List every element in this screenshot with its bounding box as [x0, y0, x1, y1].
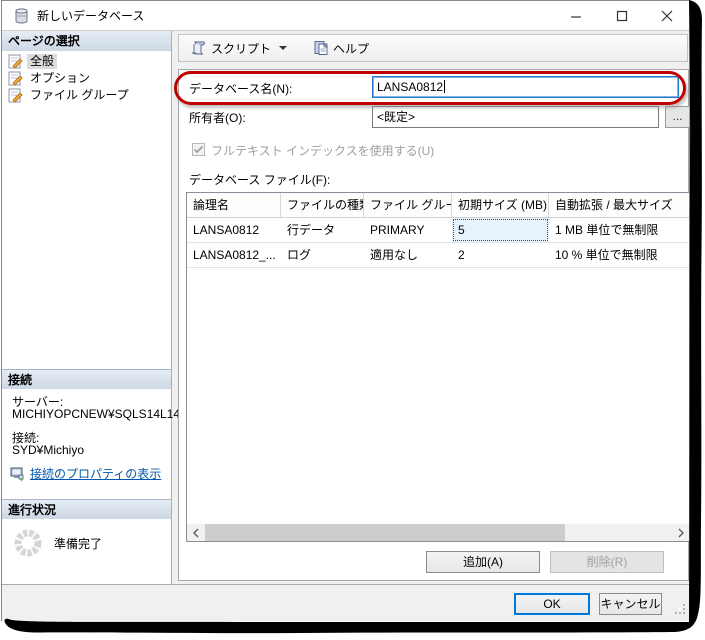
progress-header: 進行状況: [2, 499, 171, 519]
connection-properties-row: 接続のプロパティの表示: [10, 465, 161, 482]
fulltext-checkbox-label: フルテキスト インデックスを使用する(U): [211, 144, 435, 158]
close-button[interactable]: [644, 1, 689, 30]
page-icon: [8, 54, 23, 69]
scroll-left-icon[interactable]: [187, 524, 204, 541]
scrollbar-thumb[interactable]: [205, 524, 565, 541]
script-dropdown-icon[interactable]: [279, 46, 288, 50]
db-name-value: LANSA0812: [377, 80, 444, 94]
toolbar: スクリプト ヘルプ: [178, 34, 688, 62]
help-icon: [314, 41, 328, 55]
cell-logical-name[interactable]: LANSA0812_...: [187, 243, 281, 267]
cancel-button[interactable]: キャンセル: [599, 593, 662, 615]
cell-autogrowth[interactable]: 1 MB 単位で無制限: [549, 218, 689, 242]
sidebar-item-label: 全般: [27, 54, 58, 69]
horizontal-scrollbar[interactable]: [187, 524, 689, 541]
database-files-table: 論理名 ファイルの種類 ファイル グループ 初期サイズ (MB) 自動拡張 / …: [186, 192, 690, 542]
cell-filegroup[interactable]: 適用なし: [364, 243, 452, 267]
add-button[interactable]: 追加(A): [426, 551, 540, 573]
owner-value: <既定>: [377, 110, 416, 124]
cell-logical-name[interactable]: LANSA0812: [187, 218, 281, 242]
resize-grip[interactable]: [675, 604, 686, 618]
screenshot-canvas: 新しいデータベース ページの選択 全般 オプション ファイル グループ 接続 サ…: [0, 0, 705, 640]
connection-header: 接続: [2, 369, 171, 389]
sidebar-item-filegroups[interactable]: ファイル グループ: [6, 87, 166, 104]
script-icon: [192, 41, 205, 55]
minimize-button[interactable]: [553, 1, 598, 30]
sidebar-item-label: ファイル グループ: [30, 88, 129, 102]
script-button[interactable]: スクリプト: [187, 38, 291, 59]
fulltext-checkbox: [192, 143, 205, 156]
owner-input[interactable]: <既定>: [372, 106, 659, 128]
column-header-file-type[interactable]: ファイルの種類: [281, 193, 364, 217]
sidebar-item-options[interactable]: オプション: [6, 70, 166, 87]
text-caret: [444, 80, 446, 93]
column-header-filegroup[interactable]: ファイル グループ: [364, 193, 452, 217]
new-database-dialog: 新しいデータベース ページの選択 全般 オプション ファイル グループ 接続 サ…: [1, 0, 690, 621]
db-name-input[interactable]: LANSA0812: [372, 76, 679, 98]
help-button[interactable]: ヘルプ: [309, 38, 373, 59]
cell-autogrowth[interactable]: 10 % 単位で無制限: [549, 243, 689, 267]
cell-initial-size-selected[interactable]: 5: [452, 218, 549, 242]
page-icon: [8, 88, 23, 103]
ok-button[interactable]: OK: [514, 593, 590, 615]
table-header-row: 論理名 ファイルの種類 ファイル グループ 初期サイズ (MB) 自動拡張 / …: [187, 193, 689, 218]
cell-initial-size[interactable]: 2: [452, 243, 549, 267]
scrollbar-track[interactable]: [204, 524, 672, 541]
cell-file-type[interactable]: ログ: [281, 243, 364, 267]
checkmark-icon: [193, 145, 204, 154]
remove-button[interactable]: 削除(R): [550, 551, 664, 573]
script-button-label: スクリプト: [211, 41, 272, 56]
sidebar: ページの選択 全般 オプション ファイル グループ 接続 サーバー: MICHI…: [2, 31, 187, 584]
database-files-label: データベース ファイル(F):: [189, 173, 331, 187]
sidebar-item-general[interactable]: 全般: [6, 53, 166, 70]
title-bar[interactable]: 新しいデータベース: [2, 1, 689, 31]
progress-status-row: 準備完了: [12, 527, 102, 559]
help-button-label: ヘルプ: [333, 41, 370, 56]
connection-properties-icon: [10, 467, 24, 481]
db-name-label: データベース名(N):: [189, 82, 293, 96]
database-icon: [15, 8, 28, 27]
sidebar-item-label: オプション: [30, 71, 91, 85]
connection-properties-link[interactable]: 接続のプロパティの表示: [30, 465, 161, 482]
general-page-panel: データベース名(N): LANSA0812 所有者(O): <既定> ... フ…: [174, 69, 690, 581]
dialog-footer: OK キャンセル: [2, 584, 689, 621]
owner-label: 所有者(O):: [189, 111, 246, 125]
cell-filegroup[interactable]: PRIMARY: [364, 218, 452, 242]
page-icon: [8, 71, 23, 86]
column-header-initial-size[interactable]: 初期サイズ (MB): [452, 193, 549, 217]
cell-file-type[interactable]: 行データ: [281, 218, 364, 242]
scroll-right-icon[interactable]: [672, 524, 689, 541]
column-header-autogrowth[interactable]: 自動拡張 / 最大サイズ: [549, 193, 689, 217]
owner-browse-button[interactable]: ...: [665, 106, 690, 128]
server-value: MICHIYOPCNEW¥SQLS14L143: [12, 407, 187, 421]
maximize-button[interactable]: [599, 1, 644, 30]
progress-spinner-icon: [14, 529, 42, 557]
connection-value: SYD¥Michiyo: [12, 443, 85, 457]
dialog-title: 新しいデータベース: [37, 9, 145, 23]
table-row: LANSA0812_... ログ 適用なし 2 10 % 単位で無制限: [187, 243, 689, 268]
table-row: LANSA0812 行データ PRIMARY 5 1 MB 単位で無制限: [187, 218, 689, 243]
progress-status-text: 準備完了: [54, 536, 103, 551]
column-header-logical-name[interactable]: 論理名: [187, 193, 281, 217]
page-select-header: ページの選択: [2, 31, 171, 51]
